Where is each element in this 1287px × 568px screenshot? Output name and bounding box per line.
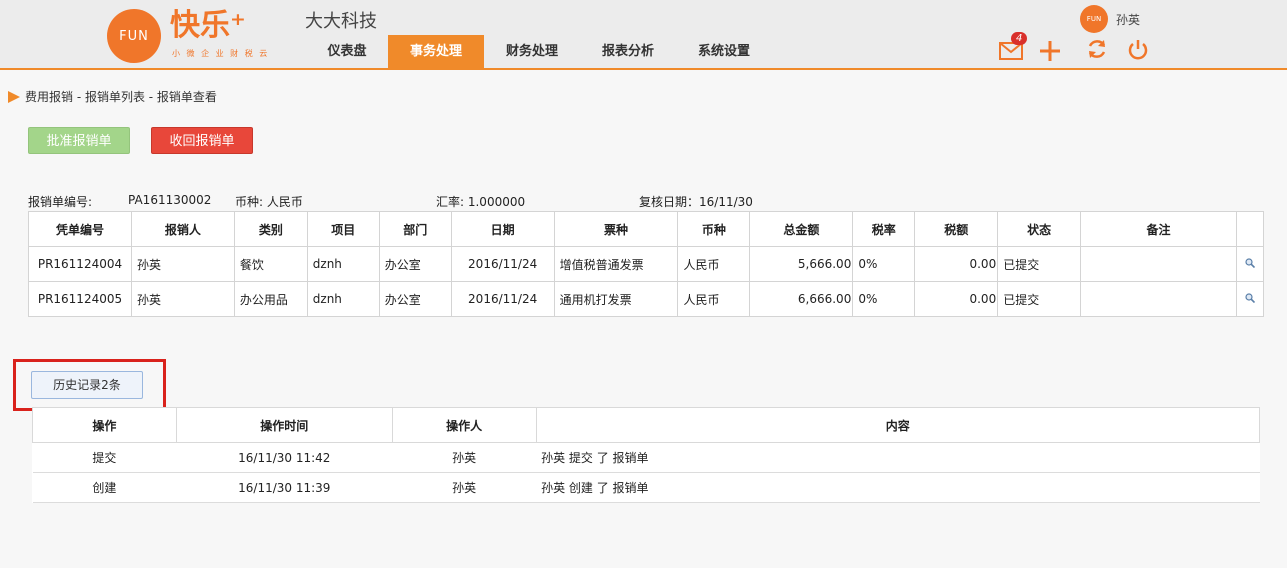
content-cell: 孙英 提交 了 报销单 (536, 442, 1260, 473)
avatar[interactable]: FUN (1080, 5, 1108, 33)
remark-cell (1080, 281, 1237, 317)
view-cell[interactable] (1235, 246, 1265, 282)
invoice-type-cell: 增值税普通发票 (553, 246, 679, 282)
date-cell: 2016/11/24 (450, 281, 555, 317)
user-name[interactable]: 孙英 (1116, 11, 1140, 28)
approve-button[interactable]: 批准报销单 (28, 127, 130, 154)
exchange-rate-info: 汇率: 1.000000 (436, 195, 526, 209)
breadcrumb-text[interactable]: 费用报销 - 报销单列表 - 报销单查看 (25, 88, 217, 105)
plus-icon[interactable] (1039, 40, 1061, 62)
department-cell: 办公室 (378, 281, 452, 317)
nav-finance[interactable]: 财务处理 (484, 35, 580, 68)
column-header (1235, 211, 1265, 247)
history-table: 操作 操作时间 操作人 内容 提交 16/11/30 11:42 孙英 孙英 提… (32, 407, 1261, 503)
column-header: 状态 (997, 211, 1082, 247)
tax-rate-cell: 0% (852, 281, 916, 317)
total-amount-cell: 6,666.00 (749, 281, 854, 317)
brand-name: 快乐⁺ (170, 8, 246, 43)
column-header: 税率 (852, 211, 916, 247)
department-cell: 办公室 (378, 246, 452, 282)
brand-tagline: 小 微 企 业 财 税 云 (172, 49, 270, 58)
currency-cell: 人民币 (677, 281, 751, 317)
column-header: 票种 (553, 211, 679, 247)
company-name: 大大科技 (305, 11, 377, 32)
top-header: FUN 快乐⁺ 小 微 企 业 财 税 云 大大科技 仪表盘 事务处理 财务处理… (0, 0, 1287, 70)
column-header: 部门 (378, 211, 452, 247)
tax-amount-cell: 0.00 (914, 281, 999, 317)
date-cell: 2016/11/24 (450, 246, 555, 282)
column-header: 报销人 (130, 211, 235, 247)
history-button[interactable]: 历史记录2条 (31, 371, 143, 399)
table-row[interactable]: PR161124005 孙英 办公用品 dznh 办公室 2016/11/24 … (28, 281, 1265, 317)
column-header: 操作时间 (175, 407, 393, 443)
table-header-row: 凭单编号 报销人 类别 项目 部门 日期 票种 币种 总金额 税率 税额 状态 … (28, 211, 1265, 247)
status-cell: 已提交 (997, 281, 1082, 317)
claimant-cell: 孙英 (130, 281, 235, 317)
invoice-type-cell: 通用机打发票 (553, 281, 679, 317)
logo[interactable]: FUN (107, 9, 161, 63)
status-cell: 已提交 (997, 246, 1082, 282)
expense-no-label: 报销单编号: (28, 195, 93, 209)
column-header: 日期 (450, 211, 555, 247)
nav-affairs[interactable]: 事务处理 (388, 35, 484, 68)
column-header: 备注 (1080, 211, 1237, 247)
history-row: 提交 16/11/30 11:42 孙英 孙英 提交 了 报销单 (32, 442, 1260, 473)
main-nav: 仪表盘 事务处理 财务处理 报表分析 系统设置 (306, 35, 772, 68)
column-header: 税额 (914, 211, 999, 247)
mail-count-badge: 4 (1011, 32, 1028, 45)
category-cell: 办公用品 (233, 281, 308, 317)
tax-amount-cell: 0.00 (914, 246, 999, 282)
column-header: 凭单编号 (28, 211, 132, 247)
remark-cell (1080, 246, 1237, 282)
breadcrumb-arrow-icon (8, 90, 20, 103)
total-amount-cell: 5,666.00 (749, 246, 854, 282)
power-icon[interactable] (1127, 38, 1149, 60)
content-cell: 孙英 创建 了 报销单 (536, 472, 1260, 503)
claimant-cell: 孙英 (130, 246, 235, 282)
column-header: 类别 (233, 211, 308, 247)
operation-cell: 创建 (32, 472, 177, 503)
voucher-table: 凭单编号 报销人 类别 项目 部门 日期 票种 币种 总金额 税率 税额 状态 … (28, 211, 1265, 317)
review-date-info: 复核日期：16/11/30 (639, 195, 753, 209)
column-header: 操作人 (391, 407, 537, 443)
expense-no-value: PA161130002 (128, 193, 212, 207)
column-header: 币种 (677, 211, 751, 247)
history-row: 创建 16/11/30 11:39 孙英 孙英 创建 了 报销单 (32, 472, 1260, 503)
history-header-row: 操作 操作时间 操作人 内容 (32, 407, 1261, 443)
currency-info: 币种: 人民币 (235, 195, 303, 209)
project-cell: dznh (306, 246, 380, 282)
view-cell[interactable] (1235, 281, 1265, 317)
column-header: 项目 (306, 211, 380, 247)
operation-cell: 提交 (32, 442, 177, 473)
nav-dashboard[interactable]: 仪表盘 (306, 35, 388, 68)
operator-cell: 孙英 (392, 472, 537, 503)
magnifier-icon[interactable] (1245, 293, 1255, 303)
magnifier-icon[interactable] (1245, 258, 1255, 268)
currency-cell: 人民币 (677, 246, 751, 282)
tax-rate-cell: 0% (852, 246, 916, 282)
project-cell: dznh (306, 281, 380, 317)
operator-cell: 孙英 (392, 442, 537, 473)
column-header: 操作 (32, 407, 177, 443)
category-cell: 餐饮 (233, 246, 308, 282)
column-header: 内容 (535, 407, 1261, 443)
refresh-icon[interactable] (1086, 38, 1108, 60)
recall-button[interactable]: 收回报销单 (151, 127, 253, 154)
voucher-no-cell[interactable]: PR161124004 (28, 246, 132, 282)
logo-text: FUN (119, 28, 149, 44)
avatar-text: FUN (1086, 15, 1102, 23)
table-row[interactable]: PR161124004 孙英 餐饮 dznh 办公室 2016/11/24 增值… (28, 246, 1265, 282)
breadcrumb: 费用报销 - 报销单列表 - 报销单查看 (8, 88, 217, 105)
column-header: 总金额 (749, 211, 854, 247)
nav-settings[interactable]: 系统设置 (676, 35, 772, 68)
voucher-no-cell[interactable]: PR161124005 (28, 281, 132, 317)
nav-reports[interactable]: 报表分析 (580, 35, 676, 68)
operation-time-cell: 16/11/30 11:42 (176, 442, 393, 473)
operation-time-cell: 16/11/30 11:39 (176, 472, 393, 503)
